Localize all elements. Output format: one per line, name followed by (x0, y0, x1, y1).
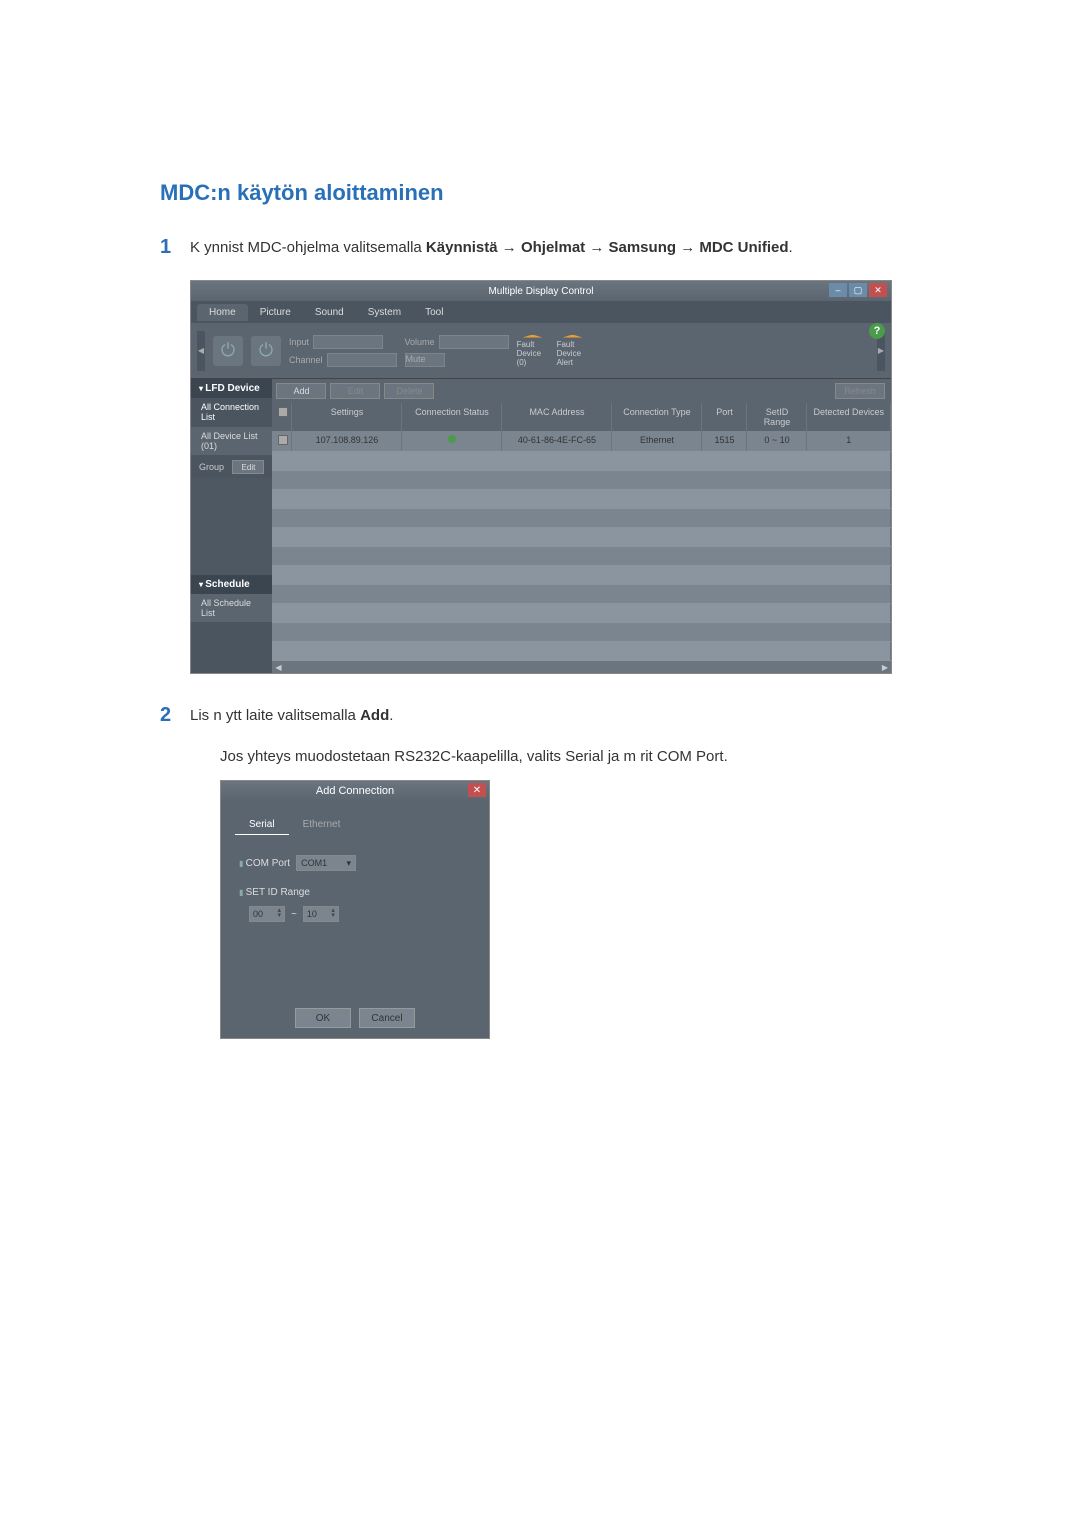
channel-select[interactable] (327, 353, 397, 367)
cell-connection-type: Ethernet (612, 431, 702, 451)
th-connection-status: Connection Status (402, 403, 502, 431)
cancel-button[interactable]: Cancel (359, 1008, 415, 1028)
th-connection-type: Connection Type (612, 403, 702, 431)
channel-label: Channel (289, 353, 397, 367)
menu-sound[interactable]: Sound (303, 304, 356, 321)
close-button[interactable]: ✕ (869, 283, 887, 297)
range-from-spinner[interactable]: 00 ▴▾ (249, 906, 285, 922)
all-schedule-list[interactable]: All Schedule List (191, 594, 272, 623)
scroll-left-icon[interactable]: ◀ (272, 663, 284, 672)
device-table: Settings Connection Status MAC Address C… (272, 403, 891, 661)
delete-button[interactable]: Delete (384, 383, 434, 399)
mdc-app-window: Multiple Display Control – ▢ ✕ Home Pict… (190, 280, 892, 674)
left-panel: LFD Device All Connection List All Devic… (191, 379, 272, 673)
comport-label: COM Port (239, 858, 290, 869)
cell-settings: 107.108.89.126 (292, 431, 402, 451)
horizontal-scrollbar[interactable]: ◀ ▶ (272, 661, 891, 673)
input-label: Input (289, 335, 397, 349)
toolbar: ◀ ⏻ ⏻ Input Channel Volume Mute Fault De… (191, 323, 891, 379)
cell-mac: 40-61-86-4E-FC-65 (502, 431, 612, 451)
dialog-title: Add Connection (316, 785, 394, 797)
ethernet-tab[interactable]: Ethernet (289, 815, 355, 835)
schedule-header[interactable]: Schedule (191, 575, 272, 594)
th-checkbox[interactable] (272, 403, 292, 431)
menu-tool[interactable]: Tool (413, 304, 455, 321)
th-port: Port (702, 403, 747, 431)
right-panel: Add Edit Delete Refresh Settings Connect… (272, 379, 891, 673)
menubar: Home Picture Sound System Tool ? (191, 301, 891, 323)
all-connection-list[interactable]: All Connection List (191, 398, 272, 427)
row-checkbox[interactable] (278, 435, 288, 445)
group-label: Group (199, 462, 224, 472)
cell-detected: 1 (807, 431, 891, 451)
serial-tab[interactable]: Serial (235, 815, 289, 835)
step-2-text: Lis n ytt laite valitsemalla Add. (190, 704, 393, 728)
section-title: MDC:n käytön aloittaminen (160, 180, 920, 206)
comport-select[interactable]: COM1 ▾ (296, 855, 356, 871)
help-icon[interactable]: ? (869, 323, 885, 339)
range-separator: ~ (291, 909, 297, 920)
status-dot-icon (448, 435, 456, 443)
cell-port: 1515 (702, 431, 747, 451)
step-number-1: 1 (160, 236, 190, 260)
edit-button[interactable]: Edit (330, 383, 380, 399)
all-device-list[interactable]: All Device List (01) (191, 427, 272, 456)
add-connection-dialog: Add Connection ✕ Serial Ethernet COM Por… (220, 780, 490, 1039)
mute-button[interactable]: Mute (405, 353, 445, 367)
volume-input[interactable] (439, 335, 509, 349)
th-detected-devices: Detected Devices (807, 403, 891, 431)
group-row: Group Edit (191, 456, 272, 478)
dialog-close-button[interactable]: ✕ (468, 783, 486, 797)
fault-device-icon[interactable]: Fault Device (0) (517, 335, 549, 367)
volume-label: Volume (405, 335, 509, 349)
chevron-down-icon: ▾ (347, 858, 352, 869)
add-button[interactable]: Add (276, 383, 326, 399)
ok-button[interactable]: OK (295, 1008, 351, 1028)
nav-left-icon[interactable]: ◀ (197, 331, 205, 371)
group-edit-button[interactable]: Edit (232, 460, 264, 474)
lfd-device-header[interactable]: LFD Device (191, 379, 272, 398)
step-2-subtext: Jos yhteys muodostetaan RS232C-kaapelill… (220, 748, 920, 765)
step-1-text: K ynnist MDC-ohjelma valitsemalla Käynni… (190, 236, 793, 260)
mute-label: Mute (405, 353, 509, 367)
menu-system[interactable]: System (356, 304, 413, 321)
setid-range-label: ▮ SET ID Range (239, 887, 310, 898)
window-title: Multiple Display Control (488, 286, 593, 297)
th-settings: Settings (292, 403, 402, 431)
menu-home[interactable]: Home (197, 304, 248, 321)
input-select[interactable] (313, 335, 383, 349)
fault-alert-icon[interactable]: Fault Device Alert (557, 335, 589, 367)
maximize-button[interactable]: ▢ (849, 283, 867, 297)
menu-picture[interactable]: Picture (248, 304, 303, 321)
cell-status (402, 431, 502, 451)
power-on-icon[interactable]: ⏻ (213, 336, 243, 366)
range-to-spinner[interactable]: 10 ▴▾ (303, 906, 339, 922)
power-off-icon[interactable]: ⏻ (251, 336, 281, 366)
dialog-titlebar: Add Connection ✕ (221, 781, 489, 801)
cell-setid: 0 ~ 10 (747, 431, 807, 451)
th-setid-range: SetID Range (747, 403, 807, 431)
table-row[interactable]: 107.108.89.126 40-61-86-4E-FC-65 Etherne… (272, 431, 891, 452)
scroll-right-icon[interactable]: ▶ (879, 663, 891, 672)
minimize-button[interactable]: – (829, 283, 847, 297)
refresh-button[interactable]: Refresh (835, 383, 885, 399)
th-mac: MAC Address (502, 403, 612, 431)
step-number-2: 2 (160, 704, 190, 728)
titlebar: Multiple Display Control – ▢ ✕ (191, 281, 891, 301)
